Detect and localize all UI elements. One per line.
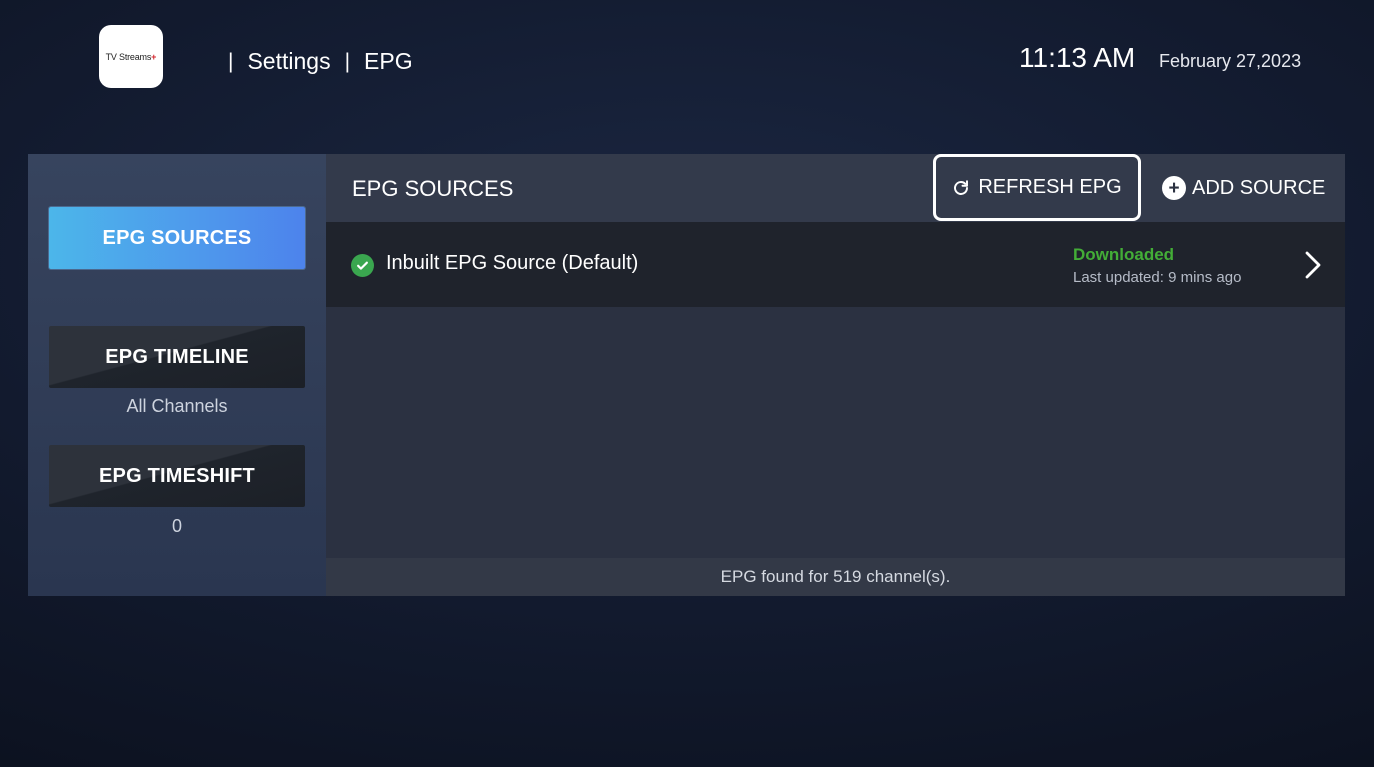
epg-summary-footer: EPG found for 519 channel(s). [326,558,1345,596]
sidebar-item-epg-timeline[interactable]: EPG TIMELINE [49,326,305,388]
refresh-epg-label: REFRESH EPG [978,176,1122,198]
sidebar-item-epg-sources[interactable]: EPG SOURCES [49,207,305,269]
sidebar-item-label: EPG SOURCES [102,226,252,249]
app-logo: TV Streams + [99,25,163,88]
sidebar: EPG SOURCES EPG TIMELINE All Channels EP… [28,154,326,596]
add-source-button[interactable]: + ADD SOURCE [1162,154,1332,222]
breadcrumb: | Settings | EPG [228,48,413,75]
breadcrumb-separator: | [228,49,234,73]
chevron-right-icon [1305,251,1321,279]
epg-source-row[interactable]: Inbuilt EPG Source (Default) Downloaded … [326,222,1345,307]
content-header: EPG SOURCES REFRESH EPG + ADD SOURCE [326,154,1345,222]
source-name: Inbuilt EPG Source (Default) [386,252,639,274]
sidebar-item-epg-timeshift[interactable]: EPG TIMESHIFT [49,445,305,507]
logo-accent: + [151,51,157,62]
breadcrumb-settings[interactable]: Settings [247,48,330,75]
plus-circle-icon: + [1162,176,1186,200]
epg-summary-text: EPG found for 519 channel(s). [720,567,951,586]
breadcrumb-separator: | [344,49,351,73]
logo-text: TV Streams [105,51,152,62]
refresh-icon [954,179,969,195]
sidebar-item-sublabel: All Channels [126,396,228,416]
clock-date: February 27,2023 [1159,51,1302,71]
check-circle-icon [351,254,374,277]
sidebar-item-label: EPG TIMELINE [105,345,249,368]
main-content: EPG SOURCES REFRESH EPG + ADD SOURCE Inb… [326,154,1345,596]
breadcrumb-epg: EPG [364,48,413,74]
last-updated-text: Last updated: 9 mins ago [1073,269,1242,286]
epg-settings-panel: EPG SOURCES EPG TIMELINE All Channels EP… [28,154,1345,596]
sidebar-item-label: EPG TIMESHIFT [99,464,255,487]
clock-time: 11:13 AM [1019,42,1136,73]
page-title: EPG SOURCES [352,176,514,201]
sidebar-item-sublabel: 0 [171,516,182,536]
status-badge: Downloaded [1073,245,1175,264]
add-source-label: ADD SOURCE [1192,176,1326,199]
refresh-epg-button[interactable]: REFRESH EPG [933,154,1141,221]
